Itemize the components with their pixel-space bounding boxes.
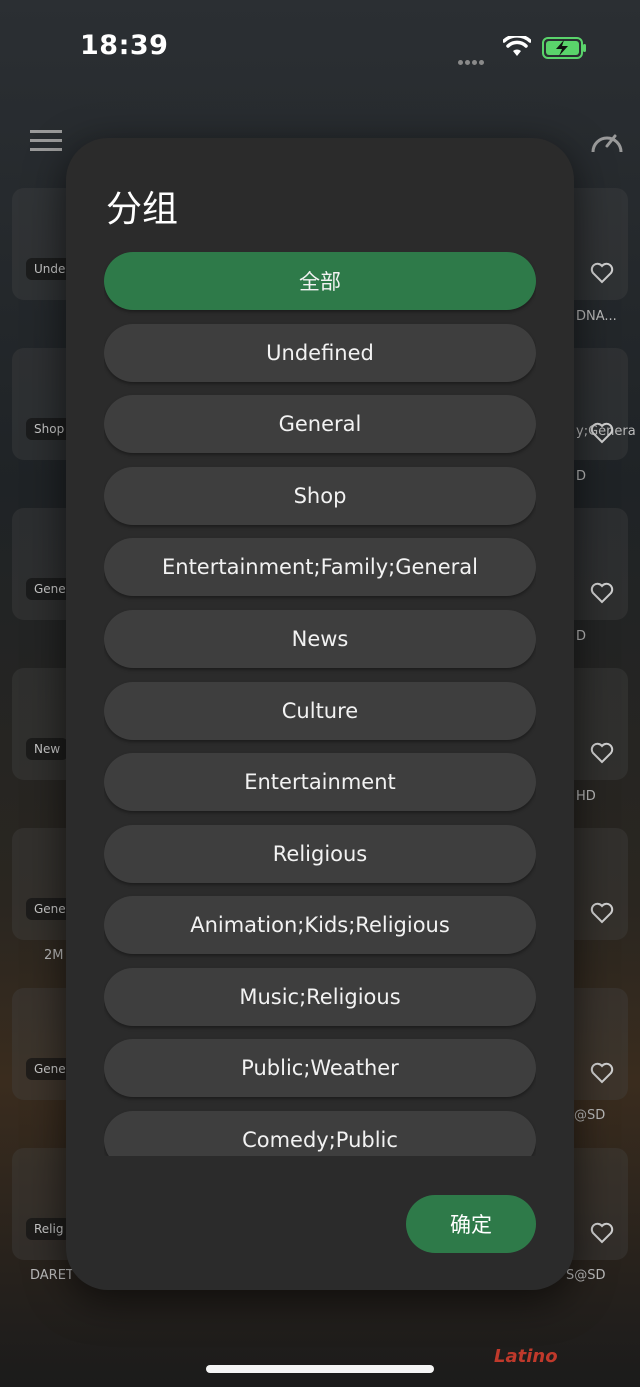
- group-option[interactable]: Entertainment;Family;General: [104, 538, 536, 596]
- group-option[interactable]: General: [104, 395, 536, 453]
- bg-channel-name: DNA...: [576, 309, 617, 324]
- bg-channel-name: @SD: [574, 1108, 606, 1123]
- home-indicator[interactable]: [206, 1365, 434, 1373]
- group-option[interactable]: Public;Weather: [104, 1039, 536, 1097]
- speed-gauge-icon[interactable]: [590, 126, 624, 156]
- bg-channel-name: D: [576, 469, 587, 484]
- status-time: 18:39: [80, 30, 169, 61]
- favorite-heart-icon[interactable]: [590, 1062, 614, 1084]
- group-option-list[interactable]: 全部 Undefined General Shop Entertainment;…: [104, 252, 536, 1156]
- group-option[interactable]: News: [104, 610, 536, 668]
- signal-dots-icon: [458, 50, 486, 69]
- bg-group-tag: Relig: [26, 1218, 72, 1240]
- group-option[interactable]: Culture: [104, 682, 536, 740]
- favorite-heart-icon[interactable]: [590, 902, 614, 924]
- status-bar: 18:39: [0, 0, 640, 96]
- confirm-button[interactable]: 确定: [406, 1195, 536, 1253]
- bg-channel-name: HD: [576, 789, 596, 804]
- favorite-heart-icon[interactable]: [590, 742, 614, 764]
- favorite-heart-icon[interactable]: [590, 582, 614, 604]
- channel-logo: Latino: [494, 1346, 558, 1367]
- wifi-icon: [503, 36, 531, 56]
- group-option[interactable]: Animation;Kids;Religious: [104, 896, 536, 954]
- bg-group-tag: New: [26, 738, 69, 760]
- bg-channel-name: 2M: [44, 948, 64, 963]
- group-option[interactable]: Comedy;Public: [104, 1111, 536, 1156]
- favorite-heart-icon[interactable]: [590, 1222, 614, 1244]
- dialog-title: 分组: [106, 189, 179, 230]
- bg-channel-name: DARET: [30, 1268, 74, 1283]
- battery-charging-icon: [542, 37, 586, 59]
- group-select-dialog: 分组 全部 Undefined General Shop Entertainme…: [66, 138, 574, 1290]
- group-option[interactable]: Religious: [104, 825, 536, 883]
- group-option[interactable]: Entertainment: [104, 753, 536, 811]
- bg-channel-name: D: [576, 629, 587, 644]
- group-option[interactable]: Undefined: [104, 324, 536, 382]
- group-option-all[interactable]: 全部: [104, 252, 536, 310]
- group-option[interactable]: Shop: [104, 467, 536, 525]
- menu-icon[interactable]: [30, 130, 62, 152]
- favorite-heart-icon[interactable]: [590, 422, 614, 444]
- favorite-heart-icon[interactable]: [590, 262, 614, 284]
- group-option[interactable]: Music;Religious: [104, 968, 536, 1026]
- bg-channel-name: S@SD: [566, 1268, 606, 1283]
